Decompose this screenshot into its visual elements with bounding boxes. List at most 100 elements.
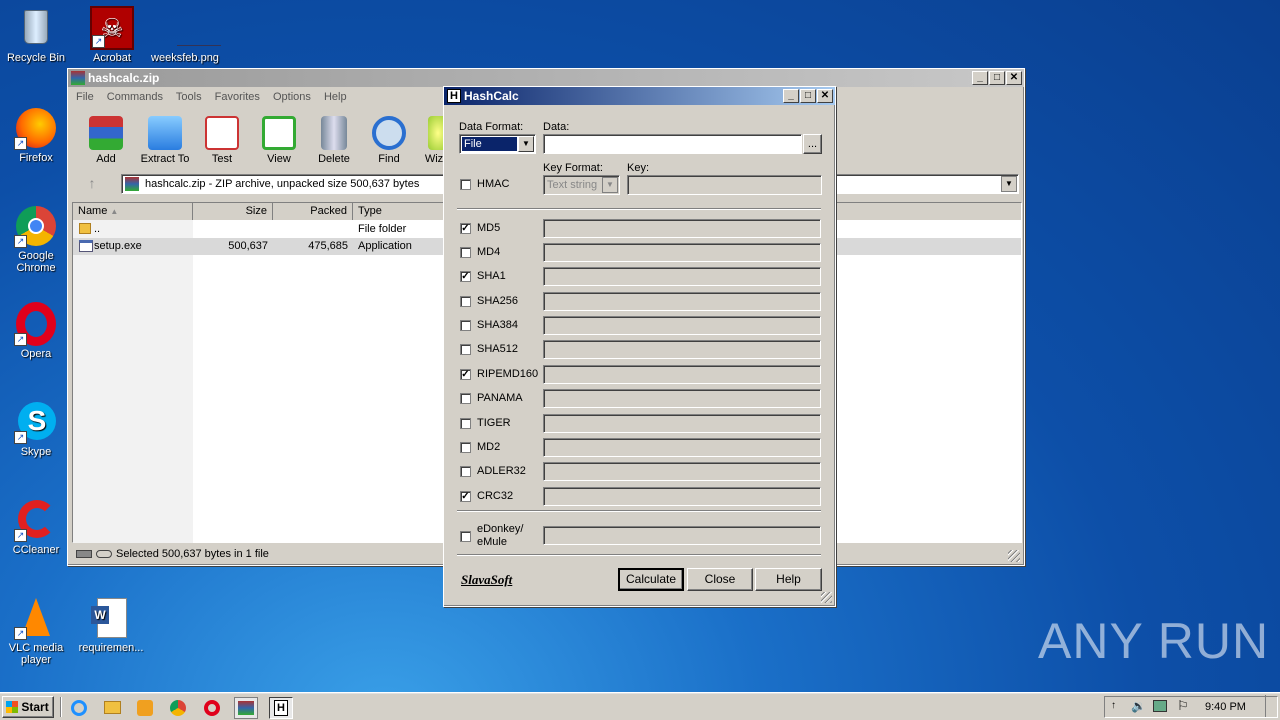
hmac-checkbox[interactable] — [460, 179, 471, 190]
desktop-icon-vlc[interactable]: ↗ VLC media player — [1, 596, 71, 666]
chevron-down-icon[interactable]: ▼ — [602, 177, 618, 193]
acrobat-icon: ☠ ↗ — [90, 6, 134, 50]
desktop-icon-weeksfeb[interactable]: weeksfeb.png — [150, 6, 221, 64]
hashcalc-titlebar[interactable]: H HashCalc _ □ ✕ — [444, 87, 835, 105]
ie-taskbar-icon[interactable] — [68, 697, 92, 719]
desktop-icon-chrome[interactable]: ↗ Google Chrome — [1, 204, 71, 274]
toolbar-find[interactable]: Find — [359, 116, 419, 165]
word-doc-icon: W — [89, 596, 133, 640]
menu-commands[interactable]: Commands — [107, 91, 163, 103]
sha384-checkbox[interactable] — [460, 320, 471, 331]
menu-help[interactable]: Help — [324, 91, 347, 103]
shortcut-arrow-icon: ↗ — [14, 431, 27, 444]
desktop-icon-requirements[interactable]: W requiremen... — [76, 596, 146, 654]
close-button[interactable]: ✕ — [1006, 71, 1022, 85]
crc32-result-field[interactable] — [543, 487, 821, 506]
md5-result-field[interactable] — [543, 219, 821, 238]
ripemd160-checkbox[interactable]: ✓ — [460, 369, 471, 380]
chrome-taskbar-icon[interactable] — [167, 697, 191, 719]
speaker-icon[interactable]: 🔉 — [1131, 699, 1146, 713]
md5-checkbox[interactable]: ✓ — [460, 223, 471, 234]
crc32-checkbox[interactable]: ✓ — [460, 491, 471, 502]
toolbar-extract-to[interactable]: Extract To — [135, 116, 195, 165]
hashcalc-window[interactable]: H HashCalc _ □ ✕ Data Format: File ▼ Dat… — [443, 86, 836, 607]
md5-label: MD5 — [477, 222, 501, 234]
toolbar-add[interactable]: Add — [76, 116, 136, 165]
ripemd160-result-field[interactable] — [543, 365, 821, 384]
help-button[interactable]: Help — [755, 568, 822, 591]
resize-grip-icon[interactable] — [1008, 550, 1020, 562]
desktop-icon-firefox[interactable]: ↗ Firefox — [1, 106, 71, 164]
maximize-button[interactable]: □ — [800, 89, 816, 103]
desktop-icon-ccleaner[interactable]: ↗ CCleaner — [1, 498, 71, 556]
key-format-select[interactable]: Text string ▼ — [543, 175, 620, 195]
minimize-button[interactable]: _ — [972, 71, 988, 85]
minimize-button[interactable]: _ — [783, 89, 799, 103]
column-header-size[interactable]: Size — [193, 203, 273, 220]
sha1-label: SHA1 — [477, 270, 506, 282]
show-desktop-button[interactable] — [1265, 695, 1277, 717]
winrar-toolbar: Add Extract To Test View Delete Find Wiz — [76, 116, 456, 166]
md2-result-field[interactable] — [543, 438, 821, 457]
sha256-result-field[interactable] — [543, 292, 821, 311]
clock[interactable]: 9:40 PM — [1205, 701, 1246, 713]
sha512-checkbox[interactable] — [460, 344, 471, 355]
winrar-taskbar-icon[interactable] — [234, 697, 258, 719]
sha512-result-field[interactable] — [543, 340, 821, 359]
desktop-icon-skype[interactable]: S ↗ Skype — [1, 400, 71, 458]
data-format-select[interactable]: File ▼ — [459, 134, 536, 154]
key-format-label: Key Format: — [543, 162, 603, 174]
opera-taskbar-icon[interactable] — [201, 697, 225, 719]
action-center-flag-icon[interactable]: ⚐ — [1177, 698, 1189, 714]
edonkey-result-field[interactable] — [543, 526, 821, 545]
toolbar-view[interactable]: View — [249, 116, 309, 165]
browse-button[interactable]: ... — [803, 134, 822, 154]
desktop-icon-acrobat[interactable]: ☠ ↗ Acrobat — [77, 6, 147, 64]
close-button[interactable]: ✕ — [817, 89, 833, 103]
panama-result-field[interactable] — [543, 389, 821, 408]
column-header-type[interactable]: Type — [353, 203, 453, 220]
menu-file[interactable]: File — [76, 91, 94, 103]
sha256-checkbox[interactable] — [460, 296, 471, 307]
md2-checkbox[interactable] — [460, 442, 471, 453]
data-input[interactable] — [543, 134, 802, 154]
panama-checkbox[interactable] — [460, 393, 471, 404]
adler32-checkbox[interactable] — [460, 466, 471, 477]
sha1-result-field[interactable] — [543, 267, 821, 286]
tiger-checkbox[interactable] — [460, 418, 471, 429]
desktop-icon-recycle-bin[interactable]: Recycle Bin — [1, 6, 71, 64]
md4-checkbox[interactable] — [460, 247, 471, 258]
column-header-packed[interactable]: Packed — [273, 203, 353, 220]
menu-options[interactable]: Options — [273, 91, 311, 103]
adler32-result-field[interactable] — [543, 462, 821, 481]
close-button-dialog[interactable]: Close — [687, 568, 753, 591]
chevron-down-icon[interactable]: ▼ — [518, 136, 534, 152]
network-icon[interactable] — [1153, 700, 1167, 712]
start-button[interactable]: Start — [2, 696, 54, 718]
separator — [60, 697, 62, 717]
key-input[interactable] — [627, 175, 822, 195]
md4-result-field[interactable] — [543, 243, 821, 262]
media-player-taskbar-icon[interactable] — [134, 697, 158, 719]
tiger-result-field[interactable] — [543, 414, 821, 433]
sha1-checkbox[interactable]: ✓ — [460, 271, 471, 282]
recycle-bin-icon — [14, 6, 58, 50]
sha384-result-field[interactable] — [543, 316, 821, 335]
explorer-taskbar-icon[interactable] — [101, 697, 125, 719]
column-header-name[interactable]: Name ▲ — [73, 203, 193, 220]
path-dropdown-button[interactable]: ▼ — [1001, 176, 1017, 192]
up-folder-button[interactable]: ↑ — [80, 175, 104, 193]
show-hidden-icons-icon[interactable]: ↑ — [1111, 700, 1116, 711]
toolbar-delete[interactable]: Delete — [304, 116, 364, 165]
divider — [457, 510, 821, 512]
winrar-titlebar[interactable]: hashcalc.zip _ □ ✕ — [68, 69, 1024, 87]
maximize-button[interactable]: □ — [989, 71, 1005, 85]
toolbar-test[interactable]: Test — [192, 116, 252, 165]
calculate-button[interactable]: Calculate — [618, 568, 684, 591]
resize-grip-icon[interactable] — [821, 592, 832, 603]
menu-tools[interactable]: Tools — [176, 91, 202, 103]
desktop-icon-opera[interactable]: ↗ Opera — [1, 302, 71, 360]
menu-favorites[interactable]: Favorites — [215, 91, 260, 103]
hashcalc-taskbar-icon[interactable]: H — [269, 697, 293, 719]
edonkey-checkbox[interactable] — [460, 531, 471, 542]
